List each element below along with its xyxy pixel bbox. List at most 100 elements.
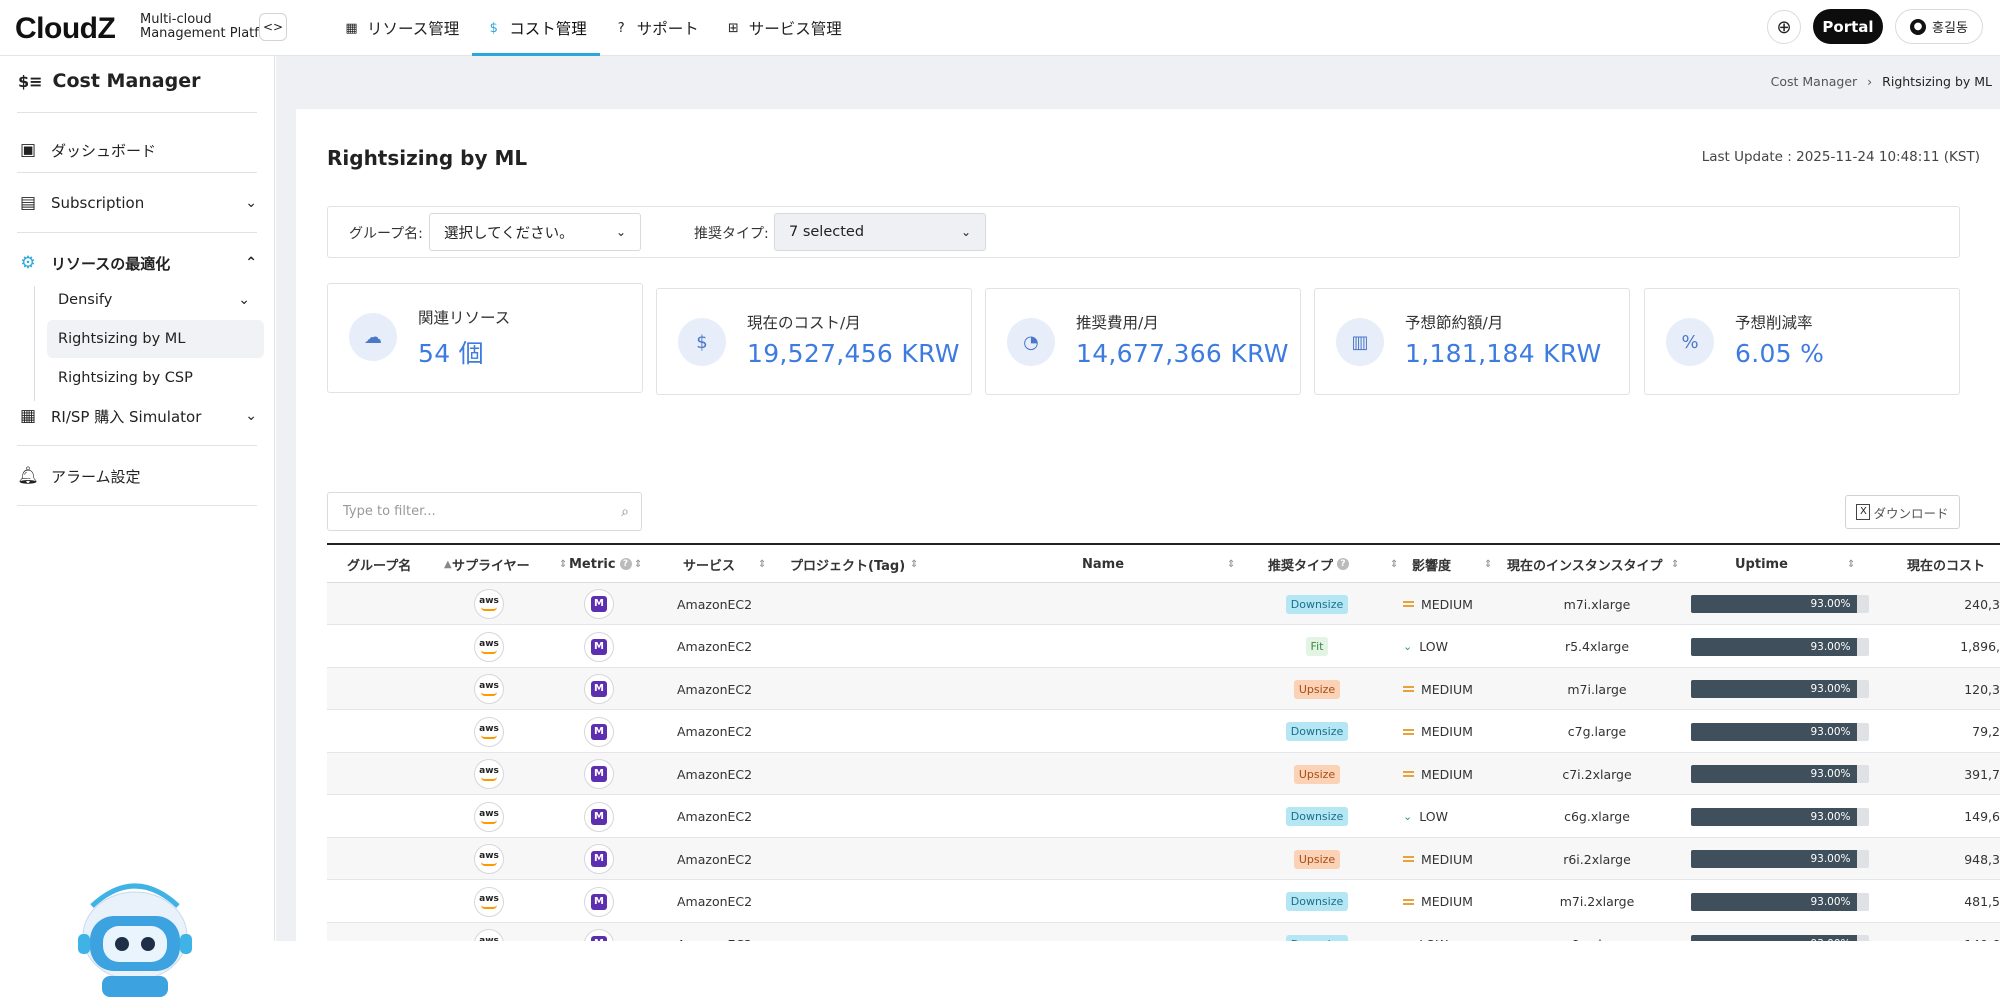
metric-icon[interactable]: M [584, 631, 614, 662]
filter-bar: グループ名: 選択してください。 ⌄ 推奨タイプ: 7 selected ⌄ [327, 206, 1960, 258]
question-icon: ? [617, 20, 625, 36]
card-label: 予想削減率 [1735, 314, 1813, 332]
type-select-value: 7 selected [789, 224, 865, 240]
nav-label: コスト管理 [509, 20, 587, 38]
metric-icon[interactable]: M [584, 674, 614, 704]
group-select[interactable]: 選択してください。 ⌄ [429, 213, 641, 251]
type-select[interactable]: 7 selected ⌄ [774, 213, 986, 251]
nav-label: リソース管理 [367, 20, 460, 38]
cloudz-logo[interactable]: CloudZ [15, 12, 116, 46]
nav-cost-management[interactable]: $ コスト管理 [472, 0, 600, 56]
current-cost-cell: 240,3 [1964, 596, 2000, 612]
breadcrumb-parent[interactable]: Cost Manager [1771, 74, 1858, 89]
current-cost-cell: 79,2 [1972, 724, 2000, 739]
metric-icon[interactable]: M [584, 844, 614, 874]
cloud-icon: ☁ [349, 313, 397, 361]
table-row[interactable]: aws M AmazonEC2 Downsize MEDIUM c7g.large 93.0… [327, 711, 2000, 753]
uptime-label: 93.00% [1810, 895, 1851, 908]
table-row[interactable]: aws M AmazonEC2 Upsize MEDIUM m7i.large 93.00%… [327, 668, 2000, 710]
sidebar-subitem-rightsizing-ml[interactable]: Rightsizing by ML [47, 320, 264, 358]
uptime-bar: 93.00% [1691, 765, 1869, 783]
chevron-down-icon: ⌄ [1403, 938, 1412, 942]
col-recommend-type[interactable]: 推奨タイプ? ⇕ [1268, 545, 1398, 583]
col-metric[interactable]: Metric? ⇕ [569, 545, 659, 583]
nav-support[interactable]: ? サポート [600, 0, 712, 56]
service-cell: AmazonEC2 [677, 923, 752, 942]
help-icon[interactable]: ? [1337, 558, 1350, 570]
sidebar-subitem-densify[interactable]: Densify ⌄ [47, 281, 264, 319]
col-label: Uptime [1735, 556, 1788, 572]
col-impact[interactable]: 影響度 ⇕ [1412, 545, 1502, 583]
user-menu-button[interactable]: ● 홍길동 [1895, 9, 1983, 44]
col-label: Metric [569, 556, 616, 572]
col-service[interactable]: サービス ⇕ [683, 545, 783, 583]
table-row[interactable]: aws M AmazonEC2 Fit ⌄ LOW r5.4xlarge 93.00% 1,89… [327, 626, 2000, 668]
table-row[interactable]: aws M AmazonEC2 Upsize MEDIUM c7i.2xlarge 93.0… [327, 753, 2000, 795]
sidebar-item-resource-optimization[interactable]: ⚙ リソースの最適化 ⌃ [17, 245, 257, 281]
sidebar-collapse-button[interactable]: <> [259, 13, 287, 41]
help-icon[interactable]: ? [619, 558, 632, 570]
sort-icon: ⇕ [758, 558, 767, 570]
metric-icon[interactable]: M [584, 801, 614, 832]
sidebar-item-dashboard[interactable]: ▣ ダッシュボード [17, 132, 257, 168]
table-row[interactable]: aws M AmazonEC2 Downsize ⌄ LOW c6g.xlarge 93.00… [327, 923, 2000, 941]
col-group-name[interactable]: グループ名 ▲ [347, 545, 452, 583]
aws-icon: aws [474, 631, 504, 662]
download-button[interactable]: X ダウンロード [1845, 495, 1960, 529]
nav-service-management[interactable]: ⊞ サービス管理 [712, 0, 855, 56]
bar-chart-icon: ▥ [1336, 318, 1384, 366]
sidebar-item-subscription[interactable]: ▤ Subscription ⌄ [17, 185, 257, 221]
breadcrumb-current: Rightsizing by ML [1882, 74, 1992, 89]
uptime-label: 93.00% [1810, 640, 1851, 653]
sidebar-item-ri-sp-simulator[interactable]: ▦ RI/SP 購入 Simulator ⌄ [17, 398, 257, 434]
dollar-circle-icon: $ [489, 20, 498, 36]
percent-icon: % [1666, 318, 1714, 366]
sidebar-item-alarm-settings[interactable]: 🔔︎ アラーム設定 [17, 458, 257, 494]
table-row[interactable]: aws M AmazonEC2 Downsize MEDIUM m7i.2xlarge 93… [327, 881, 2000, 923]
metric-icon[interactable]: M [584, 716, 614, 747]
chevron-down-icon: ⌄ [1403, 640, 1413, 653]
table-row[interactable]: aws M AmazonEC2 Upsize MEDIUM r6i.2xlarge 93.0… [327, 838, 2000, 880]
download-label: ダウンロード [1873, 505, 1949, 521]
portal-button[interactable]: Portal [1813, 9, 1883, 44]
metric-icon[interactable]: M [584, 929, 614, 941]
col-uptime[interactable]: Uptime ⇕ [1735, 545, 1895, 583]
uptime-label: 93.00% [1810, 683, 1851, 695]
metric-icon[interactable]: M [584, 759, 614, 789]
uptime-bar-fill: 93.00% [1691, 892, 1857, 911]
instance-type-cell: m7i.large [1567, 681, 1627, 697]
sort-icon: ⇕ [910, 558, 919, 570]
col-supplier[interactable]: サプライヤー ⇕ [452, 545, 567, 583]
impact-cell: ⌄ LOW [1403, 626, 1448, 668]
col-project-tag[interactable]: プロジェクト(Tag) ⇕ [790, 545, 950, 583]
summary-card-recommended-cost: ◔ 推奨費用/月 14,677,366 KRW [985, 288, 1301, 395]
recommend-type-cell: Upsize [1262, 838, 1372, 880]
recommend-type-badge: Upsize [1293, 849, 1341, 869]
service-cell: AmazonEC2 [677, 681, 753, 697]
recommend-type-cell: Upsize [1262, 753, 1372, 795]
table-row[interactable]: aws M AmazonEC2 Downsize ⌄ LOW c6g.xlarge 93.00… [327, 796, 2000, 838]
col-label: Name [1082, 556, 1125, 572]
col-current-cost[interactable]: 現在のコスト [1907, 545, 2000, 583]
supplier-cell: aws [474, 881, 504, 923]
current-cost-cell: 948,3 [1964, 851, 2000, 867]
col-current-instance[interactable]: 現在のインスタンスタイプ ⇕ [1507, 545, 1687, 583]
table-filter-input[interactable]: Type to filter... ⌕ [327, 492, 642, 531]
grid-plus-icon: ⊞ [727, 20, 739, 36]
nav-label: サービス管理 [748, 20, 842, 38]
col-name[interactable]: Name ⇕ [1082, 545, 1235, 583]
supplier-cell: aws [474, 753, 504, 795]
sidebar-item-label: ダッシュボード [51, 141, 157, 160]
service-cell: AmazonEC2 [677, 851, 753, 867]
sidebar: $≡ Cost Manager ▣ ダッシュボード ▤ Subscription ⌄ ⚙… [0, 56, 275, 997]
table-row[interactable]: aws M AmazonEC2 Downsize MEDIUM m7i.xlarge 93.… [327, 583, 2000, 625]
language-globe-icon[interactable]: ⊕ [1767, 10, 1801, 44]
metric-icon[interactable]: M [584, 589, 614, 619]
summary-card-current-cost: $ 現在のコスト/月 19,527,456 KRW [656, 288, 972, 395]
metric-icon[interactable]: M [584, 886, 614, 917]
instance-type-cell: c7i.2xlarge [1562, 766, 1632, 782]
nav-resource-management[interactable]: ▦ リソース管理 [330, 0, 472, 56]
assistant-robot-icon[interactable] [70, 876, 200, 997]
sidebar-subitem-rightsizing-csp[interactable]: Rightsizing by CSP [47, 359, 264, 397]
impact-label: LOW [1419, 937, 1448, 942]
